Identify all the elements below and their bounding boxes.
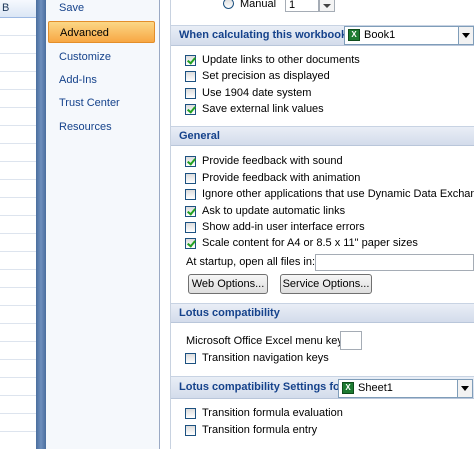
worksheet-strip: B (0, 0, 37, 449)
set-precision-label: Set precision as displayed (202, 70, 330, 82)
update-links-checkbox[interactable] (185, 55, 196, 66)
column-header-label: B (2, 2, 10, 14)
save-external-links-label: Save external link values (202, 103, 324, 115)
calculation-mode-row: Manual 1 (171, 0, 474, 14)
scale-content-label: Scale content for A4 or 8.5 x 11" paper … (202, 237, 418, 249)
lotus-section-title: Lotus compatibility (179, 307, 280, 319)
transition-nav-keys-label: Transition navigation keys (202, 352, 329, 364)
manual-label: Manual (240, 0, 277, 10)
dialog-frame (36, 0, 46, 449)
nav-divider (160, 0, 171, 449)
nav-item-customize[interactable]: Customize (48, 46, 155, 68)
transition-formula-evaluation-label: Transition formula evaluation (202, 407, 343, 419)
options-nav: Save Advanced Customize Add-Ins Trust Ce… (46, 0, 160, 449)
feedback-animation-checkbox[interactable] (185, 173, 196, 184)
ask-update-links-label: Ask to update automatic links (202, 205, 346, 217)
feedback-animation-label: Provide feedback with animation (202, 172, 361, 184)
save-external-links-checkbox[interactable] (185, 104, 196, 115)
ignore-dde-checkbox[interactable] (185, 189, 196, 200)
chevron-down-icon[interactable] (458, 27, 473, 44)
nav-item-add-ins[interactable]: Add-Ins (48, 69, 155, 91)
advanced-options-panel: Manual 1 When calculating this workbook:… (171, 0, 474, 449)
transition-formula-entry-checkbox[interactable] (185, 425, 196, 436)
menu-key-label: Microsoft Office Excel menu key: (186, 335, 346, 347)
nav-item-trust-center[interactable]: Trust Center (48, 92, 155, 114)
set-precision-checkbox[interactable] (185, 71, 196, 82)
date-1904-label: Use 1904 date system (202, 87, 312, 99)
startup-folder-input[interactable] (315, 254, 474, 271)
date-1904-checkbox[interactable] (185, 88, 196, 99)
general-section-title: General (179, 130, 220, 142)
lotus-section-header: Lotus compatibility (171, 303, 474, 323)
addin-errors-label: Show add-in user interface errors (202, 221, 365, 233)
excel-workbook-icon: X (348, 29, 360, 41)
transition-formula-evaluation-checkbox[interactable] (185, 408, 196, 419)
startup-folder-label: At startup, open all files in: (186, 256, 316, 268)
update-links-label: Update links to other documents (202, 54, 360, 66)
web-options-button[interactable]: Web Options... (188, 274, 268, 294)
service-options-button[interactable]: Service Options... (280, 274, 372, 294)
general-section-header: General (171, 126, 474, 146)
excel-sheet-icon: X (342, 382, 354, 394)
sheet-select-value: Sheet1 (358, 382, 393, 394)
menu-key-input[interactable] (340, 331, 362, 350)
sheet-select[interactable]: X Sheet1 (338, 379, 473, 398)
workbook-section-title: When calculating this workbook: (179, 29, 351, 41)
iterations-spinner[interactable] (319, 0, 335, 12)
addin-errors-checkbox[interactable] (185, 222, 196, 233)
iterations-input[interactable]: 1 (285, 0, 319, 12)
transition-nav-keys-checkbox[interactable] (185, 353, 196, 364)
feedback-sound-label: Provide feedback with sound (202, 155, 343, 167)
workbook-select[interactable]: X Book1 (344, 26, 474, 45)
ignore-dde-label: Ignore other applications that use Dynam… (202, 188, 474, 200)
column-header[interactable]: B (0, 0, 36, 18)
transition-formula-entry-label: Transition formula entry (202, 424, 318, 436)
lotus-settings-section-title: Lotus compatibility Settings for: (179, 381, 348, 393)
scale-content-checkbox[interactable] (185, 238, 196, 249)
nav-item-save[interactable]: Save (48, 0, 155, 19)
feedback-sound-checkbox[interactable] (185, 156, 196, 167)
workbook-select-value: Book1 (364, 29, 396, 41)
manual-radio[interactable] (223, 0, 234, 9)
chevron-down-icon[interactable] (457, 380, 472, 397)
ask-update-links-checkbox[interactable] (185, 206, 196, 217)
nav-item-advanced[interactable]: Advanced (48, 21, 155, 43)
nav-item-resources[interactable]: Resources (48, 116, 155, 138)
